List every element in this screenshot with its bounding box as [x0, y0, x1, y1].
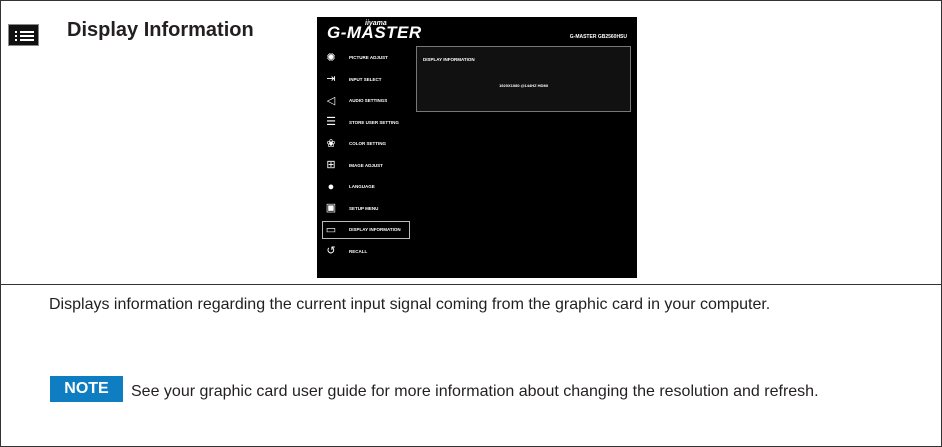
menu-label: IMAGE ADJUST	[349, 162, 383, 168]
input-icon: ⇥	[326, 73, 336, 86]
menu-label: INPUT SELECT	[349, 76, 382, 82]
menu-item-audio-settings[interactable]: ◁ AUDIO SETTINGS	[317, 90, 417, 112]
menu-label: AUDIO SETTINGS	[349, 98, 388, 104]
menu-item-setup-menu[interactable]: ▣ SETUP MENU	[317, 198, 417, 220]
osd-menu: ✺ PICTURE ADJUST ⇥ INPUT SELECT ◁ AUDIO …	[317, 47, 417, 262]
header-row: Display Information iiyama G-MASTER G-MA…	[1, 1, 941, 285]
menu-label: COLOR SETTING	[349, 141, 386, 147]
note-text: See your graphic card user guide for mor…	[131, 383, 819, 400]
menu-label: SETUP MENU	[349, 205, 379, 211]
menu-item-language[interactable]: ● LANGUAGE	[317, 176, 417, 198]
description-text: Displays information regarding the curre…	[49, 296, 771, 313]
section-title: Display Information	[67, 19, 254, 41]
menu-item-image-adjust[interactable]: ⊞ IMAGE ADJUST	[317, 155, 417, 177]
menu-label: PICTURE ADJUST	[349, 55, 388, 61]
info-list-icon	[8, 24, 39, 46]
osd-screenshot: iiyama G-MASTER G-MASTER GB2560HSU ✺ PIC…	[317, 17, 637, 278]
content-frame: Display Information iiyama G-MASTER G-MA…	[0, 0, 942, 447]
signal-info: 1920X1080 @144HZ HDMI	[499, 83, 548, 88]
sliders-icon: ☰	[326, 116, 336, 129]
menu-item-recall[interactable]: ↺ RECALL	[317, 241, 417, 263]
speaker-icon: ◁	[326, 94, 336, 107]
globe-icon: ●	[327, 180, 335, 193]
gmaster-logo: G-MASTER	[327, 23, 422, 42]
color-icon: ❀	[326, 137, 336, 150]
image-adjust-icon: ⊞	[326, 159, 336, 172]
setup-icon: ▣	[325, 202, 337, 215]
menu-item-color-setting[interactable]: ❀ COLOR SETTING	[317, 133, 417, 155]
display-info-icon: ▭	[325, 223, 337, 236]
panel-title: DISPLAY INFORMATION	[423, 57, 475, 62]
menu-item-display-information[interactable]: ▭ DISPLAY INFORMATION	[317, 219, 417, 241]
menu-label: DISPLAY INFORMATION	[349, 227, 401, 233]
menu-item-store-user-setting[interactable]: ☰ STORE USER SETTING	[317, 112, 417, 134]
menu-label: STORE USER SETTING	[349, 119, 399, 125]
menu-item-picture-adjust[interactable]: ✺ PICTURE ADJUST	[317, 47, 417, 69]
brightness-icon: ✺	[326, 51, 336, 64]
note-badge: NOTE	[50, 376, 123, 402]
info-panel: DISPLAY INFORMATION 1920X1080 @144HZ HDM…	[416, 46, 631, 112]
recall-icon: ↺	[326, 245, 336, 258]
menu-label: RECALL	[349, 248, 368, 254]
model-name: G-MASTER GB2560HSU	[569, 34, 627, 40]
menu-item-input-select[interactable]: ⇥ INPUT SELECT	[317, 69, 417, 91]
menu-label: LANGUAGE	[349, 184, 375, 190]
